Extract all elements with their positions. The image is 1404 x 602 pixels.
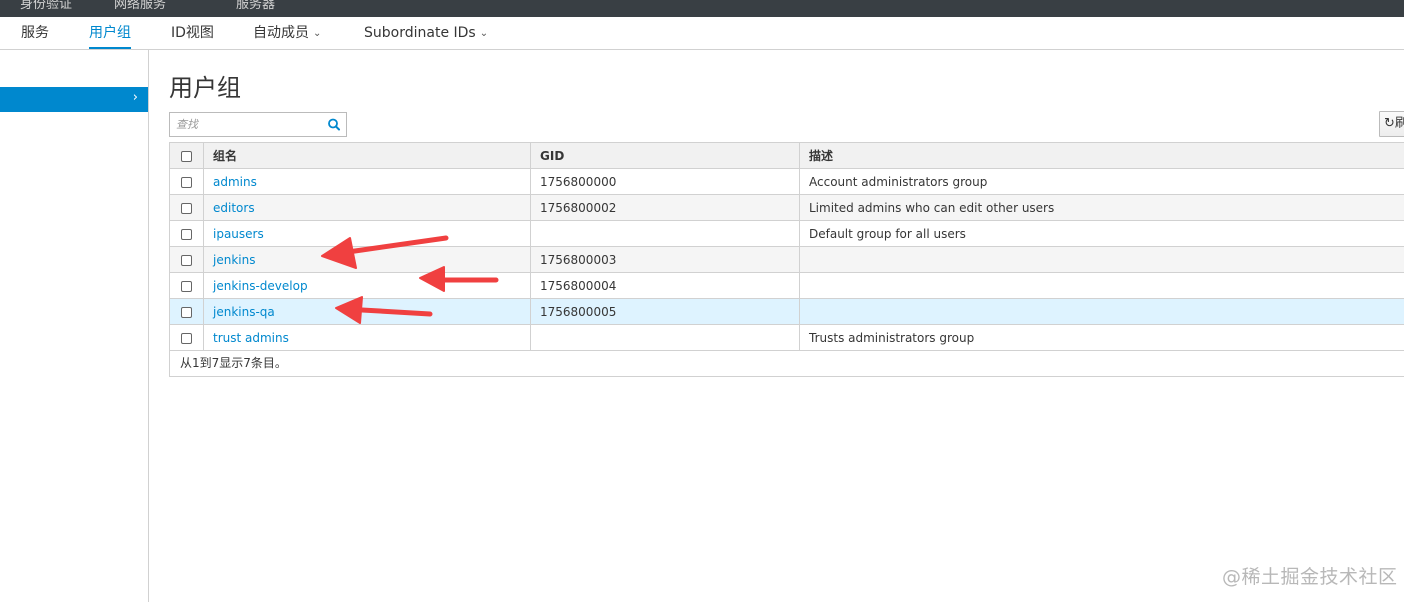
refresh-label: 刷新	[1395, 116, 1404, 131]
gid-cell: 1756800004	[530, 272, 800, 299]
column-header-group-name[interactable]: 组名	[203, 142, 531, 169]
column-header-gid[interactable]: GID	[530, 142, 800, 169]
description-cell	[799, 298, 1404, 325]
refresh-button[interactable]: ↻刷新	[1379, 111, 1404, 137]
table-row[interactable]: editors 1756800002 Limited admins who ca…	[169, 194, 1404, 221]
table-row[interactable]: admins 1756800000 Account administrators…	[169, 168, 1404, 195]
select-all-cell	[169, 142, 204, 169]
gid-cell: 1756800002	[530, 194, 800, 221]
group-name-link[interactable]: admins	[213, 175, 257, 189]
table-row[interactable]: jenkins-qa 1756800005	[169, 298, 1404, 325]
description-cell: Account administrators group	[799, 168, 1404, 195]
group-name-link[interactable]: jenkins-qa	[213, 305, 275, 319]
gid-cell: 1756800005	[530, 298, 800, 325]
description-cell	[799, 246, 1404, 273]
secondary-navigation: 服务 用户组 ID视图 自动成员 ⌄ Subordinate IDs ⌄	[0, 17, 1404, 50]
table-summary: 从1到7显示7条目。	[169, 350, 1404, 377]
row-checkbox[interactable]	[181, 254, 192, 266]
description-cell	[799, 272, 1404, 299]
tab-subordinate-ids[interactable]: Subordinate IDs ⌄	[364, 17, 488, 50]
group-name-link[interactable]: editors	[213, 201, 255, 215]
group-name-cell: admins	[203, 168, 531, 195]
page-title: 用户组	[169, 74, 241, 102]
tab-automember-label: 自动成员	[253, 25, 309, 41]
chevron-right-icon: ›	[132, 90, 138, 105]
tab-subordinate-ids-label: Subordinate IDs	[364, 25, 476, 41]
top-nav-network-services[interactable]: 网络服务	[114, 0, 166, 12]
row-checkbox[interactable]	[181, 332, 192, 344]
row-checkbox-cell	[169, 272, 204, 299]
tab-automember[interactable]: 自动成员 ⌄	[253, 17, 321, 50]
row-checkbox-cell	[169, 298, 204, 325]
row-checkbox[interactable]	[181, 306, 192, 318]
search-icon[interactable]	[322, 113, 346, 136]
row-checkbox-cell	[169, 246, 204, 273]
row-checkbox-cell	[169, 168, 204, 195]
row-checkbox[interactable]	[181, 280, 192, 292]
row-checkbox-cell	[169, 324, 204, 351]
group-name-cell: jenkins-qa	[203, 298, 531, 325]
tab-user-groups-label: 用户组	[89, 25, 131, 41]
search-input[interactable]	[170, 113, 320, 136]
description-cell: Trusts administrators group	[799, 324, 1404, 351]
row-checkbox[interactable]	[181, 176, 192, 188]
tab-services[interactable]: 服务	[21, 17, 49, 50]
top-nav-server[interactable]: 服务器	[236, 0, 275, 12]
group-name-cell: trust admins	[203, 324, 531, 351]
row-checkbox[interactable]	[181, 202, 192, 214]
sidebar: ›	[0, 50, 149, 602]
gid-cell: 1756800000	[530, 168, 800, 195]
chevron-down-icon: ⌄	[313, 28, 322, 39]
column-header-description[interactable]: 描述	[799, 142, 1404, 169]
watermark: @稀土掘金技术社区	[1222, 566, 1398, 588]
chevron-down-icon: ⌄	[479, 28, 489, 39]
refresh-icon: ↻	[1384, 116, 1395, 131]
sidebar-item-selected[interactable]: ›	[0, 87, 148, 112]
table-row[interactable]: jenkins 1756800003	[169, 246, 1404, 273]
table-row[interactable]: jenkins-develop 1756800004	[169, 272, 1404, 299]
row-checkbox-cell	[169, 194, 204, 221]
top-navigation-bar: 身份验证 网络服务 服务器	[0, 0, 1404, 17]
tab-user-groups[interactable]: 用户组	[89, 17, 131, 50]
gid-cell	[530, 324, 800, 351]
table-row[interactable]: trust admins Trusts administrators group	[169, 324, 1404, 351]
select-all-checkbox[interactable]	[181, 150, 192, 162]
group-name-cell: editors	[203, 194, 531, 221]
row-checkbox-cell	[169, 220, 204, 247]
tab-id-views-label: ID视图	[171, 25, 214, 41]
tab-services-label: 服务	[21, 25, 49, 41]
description-cell: Limited admins who can edit other users	[799, 194, 1404, 221]
table-header-row: 组名 GID 描述	[169, 142, 1404, 169]
group-name-link[interactable]: jenkins	[213, 253, 255, 267]
groups-table: 组名 GID 描述 admins 1756800000 Account admi…	[169, 142, 1404, 351]
search-field	[169, 112, 347, 137]
group-name-cell: jenkins-develop	[203, 272, 531, 299]
top-nav-identity[interactable]: 身份验证	[20, 0, 72, 12]
gid-cell	[530, 220, 800, 247]
group-name-link[interactable]: ipausers	[213, 227, 264, 241]
group-name-link[interactable]: jenkins-develop	[213, 279, 308, 293]
description-cell: Default group for all users	[799, 220, 1404, 247]
group-name-cell: jenkins	[203, 246, 531, 273]
row-checkbox[interactable]	[181, 228, 192, 240]
group-name-cell: ipausers	[203, 220, 531, 247]
table-row[interactable]: ipausers Default group for all users	[169, 220, 1404, 247]
group-name-link[interactable]: trust admins	[213, 331, 289, 345]
tab-id-views[interactable]: ID视图	[171, 17, 214, 50]
gid-cell: 1756800003	[530, 246, 800, 273]
